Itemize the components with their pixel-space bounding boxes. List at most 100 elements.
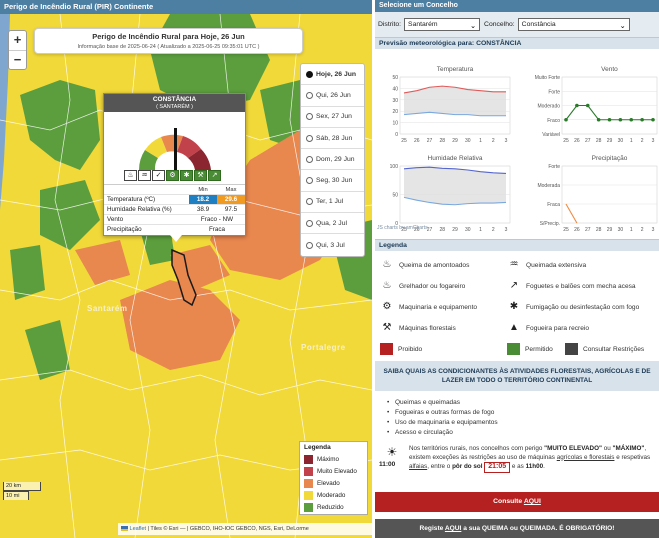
conditions-list: Queimas e queimadasFogueiras e outras fo… [375, 391, 659, 439]
forecast-place: CONSTÂNCIA [476, 40, 522, 47]
chart-ytick-label: 10 [392, 121, 398, 127]
fumigation-icon: ✱ [509, 301, 519, 312]
legend-row: Máximo [304, 453, 363, 465]
conditions-item[interactable]: Fogueiras e outras formas de fogo [387, 409, 659, 419]
district-label: Distrito: [378, 21, 402, 28]
radio-icon[interactable] [306, 91, 313, 99]
legend-swatch [304, 478, 313, 488]
chart-plot-area [561, 165, 658, 224]
legend-swatch [304, 502, 313, 512]
sun-link-alfaias[interactable]: alfaias [409, 463, 427, 470]
legend-label: Muito Elevado [317, 467, 357, 475]
chart-point [596, 117, 601, 122]
chart-ytick-label: 0 [395, 132, 398, 138]
day-label: Sex, 27 Jun [316, 113, 352, 121]
radio-icon[interactable] [306, 219, 313, 227]
conditions-item[interactable]: Acesso e circulação [387, 429, 659, 439]
legend-row: Moderado [304, 489, 363, 501]
chart-ytick-label: Fraca [547, 202, 560, 208]
legend-status-label: Permitido [525, 345, 553, 353]
council-select[interactable]: Constância ⌄ [517, 18, 630, 31]
chart-point [618, 117, 623, 122]
zoom-out-button[interactable]: − [9, 50, 26, 69]
consult-button[interactable]: Consulte AQUI [375, 492, 659, 512]
chart-xtick-label: 1 [630, 227, 633, 233]
day-option[interactable]: Qua, 2 Jul [301, 213, 364, 235]
day-option[interactable]: Sáb, 28 Jun [301, 128, 364, 150]
chart-xtick-label: 3 [505, 138, 508, 144]
chart-ytick-label: Moderada [537, 183, 560, 189]
chart-xtick-label: 25 [401, 138, 407, 144]
day-option[interactable]: Dom, 29 Jun [301, 149, 364, 171]
legend-activity-label: Máquinas florestais [399, 324, 456, 332]
chart-point [651, 117, 655, 122]
sun-link-machines[interactable]: agrícolas e florestais [557, 454, 615, 461]
chart-ytick-label: 50 [392, 193, 398, 199]
legend-activity-label: Grelhador ou fogareiro [399, 282, 466, 290]
grill-icon: ✓ [152, 170, 165, 181]
register-link[interactable]: AQUI [445, 525, 461, 532]
legend-status-swatch [565, 343, 578, 355]
legend-activity-label: Fogueira para recreio [526, 324, 590, 332]
place-label-santarem: Santarém [87, 304, 128, 313]
radio-icon[interactable] [306, 113, 313, 121]
consult-prefix: Consulte [493, 498, 524, 505]
chart-xtick-label: 25 [563, 227, 569, 233]
radio-icon[interactable] [306, 70, 313, 78]
chart-ytick-label: Forte [548, 89, 560, 95]
rocket-icon: ↗ [208, 170, 221, 181]
sun-level-1: "MUITO ELEVADO" [544, 445, 602, 452]
legend-status-label: Proibido [398, 345, 423, 353]
council-value: Constância [521, 21, 556, 28]
conditions-heading: SAIBA QUAIS AS CONDICIONANTES ÀS ATIVIDA… [375, 361, 659, 391]
day-option[interactable]: Seg, 30 Jun [301, 170, 364, 192]
register-burn-button[interactable]: Registe AQUI a sua QUEIMA ou QUEIMADA. É… [375, 519, 659, 538]
chart-xtick-label: 3 [652, 138, 655, 144]
day-option[interactable]: Sex, 27 Jun [301, 107, 364, 128]
consult-link[interactable]: AQUI [524, 498, 541, 505]
chart-xtick-label: 28 [439, 138, 445, 144]
chart-ytick-label: 40 [392, 86, 398, 92]
day-option[interactable]: Qui, 26 Jun [301, 85, 364, 107]
leaflet-link[interactable]: Leaflet [130, 526, 147, 532]
chart-xtick-label: 27 [585, 227, 591, 233]
register-prefix: Registe [419, 525, 445, 532]
zoom-in-button[interactable]: + [9, 31, 26, 50]
legend-activity: ↗ Foguetes e balões com mecha acesa [507, 280, 636, 292]
chart-xtick-label: 25 [563, 138, 569, 144]
sun-text-2: ou [601, 445, 613, 452]
amcharts-credit[interactable]: JS charts by amCharts [377, 225, 428, 231]
activity-legend: ♨ Queima de amontoados ♒ Queimada extensiva… [375, 251, 659, 361]
right-panel: Selecione um Concelho Distrito: Santarém… [375, 0, 659, 538]
sunset-note: ☀ 11:00 Nos territórios rurais, nos conc… [375, 445, 659, 480]
conditions-item[interactable]: Queimas e queimadas [387, 399, 659, 409]
wind-label: Vento [104, 214, 189, 225]
radio-icon[interactable] [306, 198, 313, 206]
chart-xtick-label: 2 [641, 227, 644, 233]
legend-activity-label: Queima de amontoados [399, 261, 470, 269]
legend-activity: ▲ Fogueira para recreio [507, 322, 589, 334]
chart-ytick-label: Fraco [547, 118, 560, 124]
day-option[interactable]: Qui, 3 Jul [301, 234, 364, 255]
legend-activity: ⚙ Maquinaria e equipamento [380, 301, 478, 313]
radio-icon[interactable] [306, 134, 313, 142]
radio-icon[interactable] [306, 177, 313, 185]
legend-label: Moderado [317, 491, 346, 499]
day-label: Ter, 1 Jul [316, 198, 344, 206]
radio-icon[interactable] [306, 241, 313, 249]
radio-icon[interactable] [306, 155, 313, 163]
conditions-item[interactable]: Uso de maquinaria e equipamentos [387, 419, 659, 429]
day-option[interactable]: Ter, 1 Jul [301, 192, 364, 214]
legend-activity: ♨ Queima de amontoados [380, 259, 470, 271]
chart-xtick-label: 28 [596, 138, 602, 144]
chart-xtick-label: 29 [452, 227, 458, 233]
council-label: Concelho: [484, 21, 515, 28]
forecast-charts-svg: Temperatura 0 10 20 30 40 50 25 26 27 28 29 30 1 2 3 Ven… [390, 66, 658, 233]
map-panel[interactable]: Perigo de Incêndio Rural (PIR) Continent… [0, 0, 372, 538]
panel-header: Selecione um Concelho [375, 0, 659, 12]
day-option[interactable]: Hoje, 26 Jun [301, 64, 364, 86]
temp-max: 29.6 [217, 194, 245, 205]
col-min: Min [189, 184, 217, 195]
tractor-icon: ⚙ [166, 170, 179, 181]
district-select[interactable]: Santarém ⌄ [404, 18, 481, 31]
